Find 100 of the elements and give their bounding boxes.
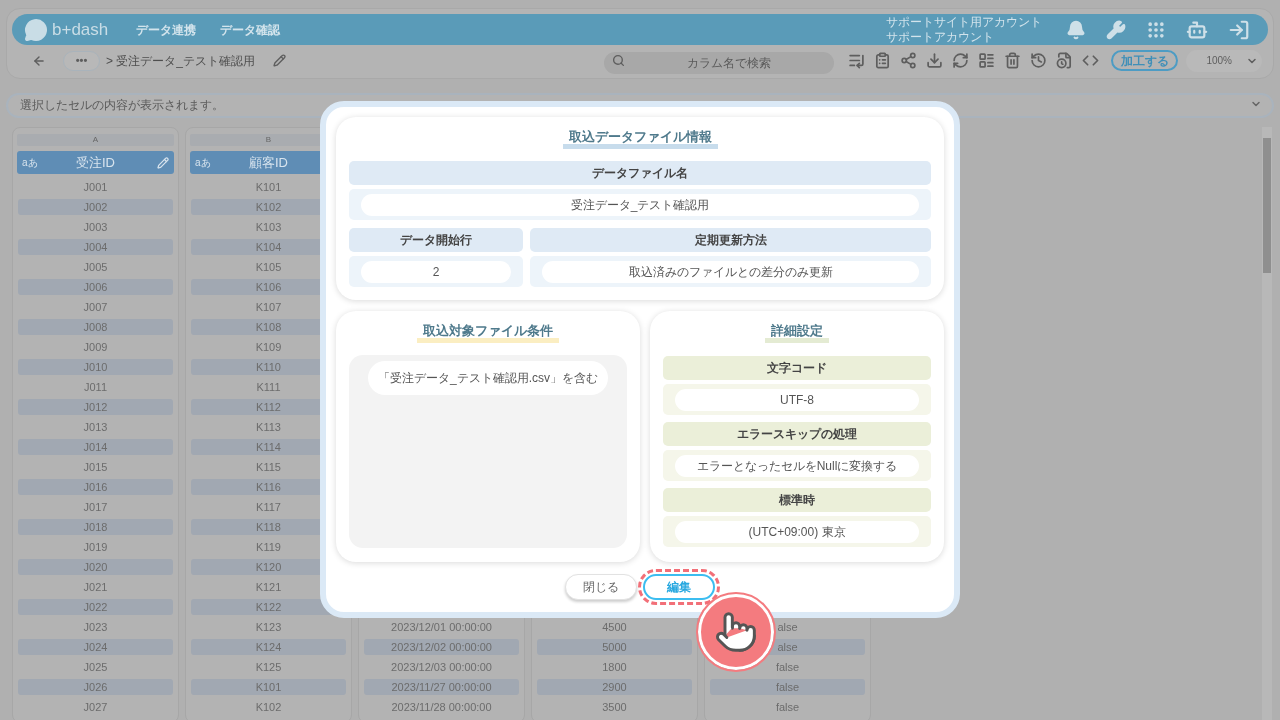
table-cell-text: K117 [255,500,282,515]
table-cell: 2900 [537,679,692,695]
zoom-select[interactable]: 100% [1186,49,1262,72]
field-label: データファイル名 [349,161,931,185]
table-cell-text: K103 [254,220,283,235]
table-cell-text: K123 [254,620,283,635]
file-icon[interactable] [1056,52,1073,69]
value-field: UTF-8 [675,388,919,411]
value-field: (UTC+09:00) 東京 [675,520,919,543]
code-icon[interactable] [1082,52,1099,69]
table-cell-text: K107 [254,300,283,315]
table-cell-text: 2023/11/28 00:00:00 [390,700,493,715]
table-cell-text: 2023/12/03 00:00:00 [390,660,493,675]
grid-icon[interactable] [1146,19,1166,40]
table-cell: 2023/12/02 00:00:00 [364,639,519,655]
table-cell: J008 [18,319,173,335]
table-cell: J018 [18,519,173,535]
section-title: 詳細設定 [765,324,829,343]
table-cell: K101 [191,679,346,695]
wrench-icon[interactable] [1106,19,1126,40]
search-field[interactable]: カラム名で検索 [604,51,834,74]
table-cell-text: K101 [254,180,283,195]
section-title: 取込データファイル情報 [562,130,718,149]
rename-icon[interactable] [273,54,286,67]
table-cell-text: 1800 [601,660,628,675]
list-box-icon[interactable] [978,52,995,69]
table-cell-text: J019 [82,540,109,555]
field-label: 定期更新方法 [530,228,931,252]
hand-pointer-icon [714,610,758,654]
account-name: サポートアカウント [886,29,995,45]
breadcrumb: > 受注データ_テスト確認用 [106,52,255,70]
bell-icon[interactable] [1066,19,1086,40]
table-cell: J010 [18,359,173,375]
table-cell-text: K105 [254,260,283,275]
refresh-icon[interactable] [952,52,969,69]
table-cell: J006 [18,279,173,295]
value-field: 2 [361,260,511,283]
table-cell-text: J027 [82,700,109,715]
table-cell-text: J005 [82,260,109,275]
logo: b+dash [52,18,109,41]
table-cell: K124 [191,639,346,655]
list-icon[interactable] [848,52,865,69]
logo-icon [24,17,48,42]
table-cell-text: J015 [82,460,109,475]
table-cell: 2023/11/27 00:00:00 [364,679,519,695]
table-cell: J020 [18,559,173,575]
table-cell: false [710,679,865,695]
table-cell-text: 4500 [601,620,628,635]
table-cell-text: false [774,660,801,675]
table-cell: J012 [18,399,173,415]
sign-in-icon[interactable] [1228,18,1250,41]
table-cell-text: J025 [82,660,109,675]
table-cell: J016 [18,479,173,495]
table-cell-text: 3500 [601,700,628,715]
process-button[interactable]: 加工する [1111,50,1178,71]
nav-link[interactable]: データ確認 [220,20,281,39]
condition-chip: 「受注データ_テスト確認用.csv」を含む [368,361,608,395]
table-cell-text: J013 [82,420,109,435]
table-cell: J026 [18,679,173,695]
download-icon[interactable] [926,52,943,69]
more-button[interactable]: ••• [63,50,100,71]
trash-icon[interactable] [1004,52,1021,69]
table-cell-text: false [774,700,801,715]
account-name: サポートサイト用アカウント [886,14,1042,30]
scrollbar-thumb[interactable] [1263,138,1271,273]
table-cell-text: J023 [82,620,109,635]
table-cell-text: J009 [82,340,109,355]
column-header[interactable]: aあ 受注ID [17,151,174,174]
table-cell: J014 [18,439,173,455]
share-icon[interactable] [900,52,917,69]
table-cell: J004 [18,239,173,255]
table-cell-text: K109 [254,340,283,355]
clipboard-icon[interactable] [874,52,891,69]
table-cell-text: J017 [82,500,109,515]
table-cell: J022 [18,599,173,615]
value-field: 取込済みのファイルとの差分のみ更新 [542,260,919,283]
table-cell: J024 [18,639,173,655]
back-icon[interactable] [32,53,46,68]
table-cell: 5000 [537,639,692,655]
table-cell-text: J011 [82,380,108,395]
column-letter: A [17,134,174,146]
table-cell-text: K111 [255,380,282,395]
table-cell-text: alse [776,620,799,635]
search-icon [612,53,625,67]
scrollbar[interactable] [1262,127,1272,720]
nav-link[interactable]: データ連携 [136,20,197,39]
section-title: 取込対象ファイル条件 [417,324,559,343]
table-cell-text: K121 [254,580,283,595]
value-field: 受注データ_テスト確認用 [361,193,919,216]
dialog-button[interactable]: 閉じる [565,574,637,600]
table-cell-text: K113 [255,420,282,435]
table-cell-text: J021 [82,580,109,595]
table-cell-text: K115 [255,460,282,475]
table-cell-text: 2023/12/01 00:00:00 [390,620,493,635]
table-cell-text: J003 [82,220,109,235]
field-label: 標準時 [663,488,931,512]
history-icon[interactable] [1030,52,1047,69]
edit-icon[interactable] [157,156,169,169]
table-cell: J002 [18,199,173,215]
field-label: 文字コード [663,356,931,380]
